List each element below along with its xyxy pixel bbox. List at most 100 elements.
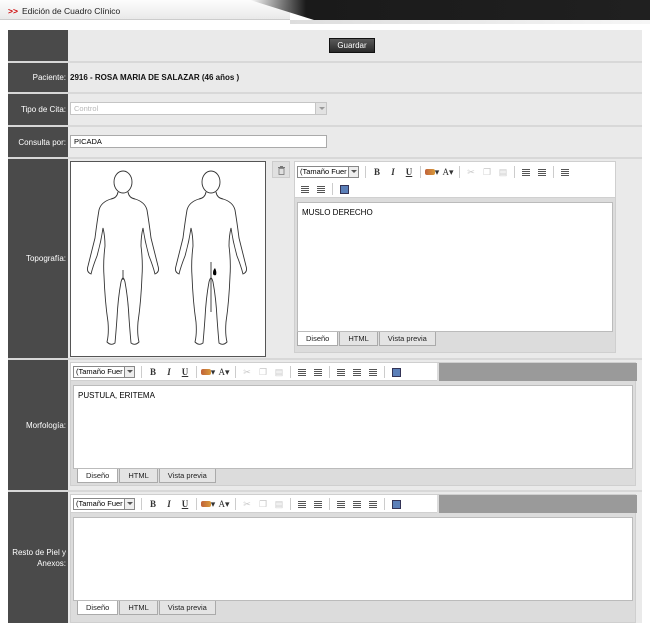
align-left-button[interactable]	[333, 365, 349, 379]
tab-preview[interactable]: Vista previa	[378, 332, 436, 346]
toolbar-divider	[332, 183, 333, 195]
highlight-color-button[interactable]: ▾	[200, 365, 216, 379]
align-center-button[interactable]	[297, 182, 313, 196]
underline-button[interactable]: U	[177, 497, 193, 511]
tipo-cita-value: Control	[74, 104, 99, 113]
font-color-button[interactable]: A▾	[440, 165, 456, 179]
editor-toolbar: (Tamaño Fuer B I U ▾ A▾ ✂ ❐ ▤	[71, 495, 437, 513]
align-right-button[interactable]	[365, 365, 381, 379]
highlight-color-button[interactable]: ▾	[200, 497, 216, 511]
ordered-list-button[interactable]	[518, 165, 534, 179]
tab-html[interactable]: HTML	[119, 601, 158, 615]
save-row-label	[8, 30, 68, 61]
font-size-select[interactable]: (Tamaño Fuer	[73, 366, 135, 378]
ordered-list-button[interactable]	[294, 497, 310, 511]
chevron-down-icon[interactable]	[124, 367, 134, 377]
align-right-button[interactable]	[365, 497, 381, 511]
tab-preview[interactable]: Vista previa	[158, 469, 216, 483]
align-right-icon	[317, 185, 325, 193]
font-color-button[interactable]: A▾	[216, 497, 232, 511]
copy-button[interactable]: ❐	[255, 497, 271, 511]
topografia-editor-area[interactable]: MUSLO DERECHO	[297, 202, 613, 332]
cut-button[interactable]: ✂	[239, 497, 255, 511]
italic-button[interactable]: I	[385, 165, 401, 179]
consulta-input[interactable]: PICADA	[70, 135, 327, 148]
chevron-down-icon[interactable]	[348, 167, 358, 177]
fullscreen-icon	[391, 499, 401, 509]
align-left-button[interactable]	[333, 497, 349, 511]
copy-button[interactable]: ❐	[479, 165, 495, 179]
unordered-list-button[interactable]	[310, 497, 326, 511]
fullscreen-button[interactable]	[336, 182, 352, 196]
tab-preview[interactable]: Vista previa	[158, 601, 216, 615]
bold-button[interactable]: B	[145, 497, 161, 511]
tab-html[interactable]: HTML	[119, 469, 158, 483]
paste-button[interactable]: ▤	[495, 165, 511, 179]
paste-button[interactable]: ▤	[271, 497, 287, 511]
align-center-icon	[353, 500, 361, 508]
toolbar-divider	[196, 366, 197, 378]
ordered-list-icon	[298, 500, 306, 508]
font-color-button[interactable]: A▾	[216, 365, 232, 379]
delete-marker-button[interactable]	[272, 161, 290, 178]
align-center-icon	[353, 368, 361, 376]
body-map[interactable]	[70, 161, 266, 357]
toolbar-divider	[384, 366, 385, 378]
editor-mode-tabs: Diseño HTML Vista previa	[77, 469, 217, 483]
bold-button[interactable]: B	[369, 165, 385, 179]
align-right-icon	[369, 368, 377, 376]
tab-design[interactable]: Diseño	[297, 332, 339, 346]
italic-button[interactable]: I	[161, 497, 177, 511]
chevron-down-icon[interactable]	[315, 103, 326, 114]
copy-button[interactable]: ❐	[255, 365, 271, 379]
font-size-placeholder: (Tamaño Fuer	[76, 367, 123, 376]
resto-label: Resto de Piel y Anexos:	[8, 492, 68, 623]
align-center-button[interactable]	[349, 365, 365, 379]
page-title: >> Edición de Cuadro Clínico	[8, 6, 120, 16]
align-center-icon	[301, 185, 309, 193]
unordered-list-button[interactable]	[534, 165, 550, 179]
tab-html[interactable]: HTML	[339, 332, 378, 346]
fullscreen-button[interactable]	[388, 365, 404, 379]
align-center-button[interactable]	[349, 497, 365, 511]
toolbar-divider	[141, 366, 142, 378]
bold-button[interactable]: B	[145, 365, 161, 379]
align-right-icon	[369, 500, 377, 508]
cut-button[interactable]: ✂	[239, 365, 255, 379]
italic-button[interactable]: I	[161, 365, 177, 379]
cut-button[interactable]: ✂	[463, 165, 479, 179]
highlight-color-button[interactable]: ▾	[424, 165, 440, 179]
ordered-list-button[interactable]	[294, 365, 310, 379]
editor-toolbar: (Tamaño Fuer B I U ▾ A▾ ✂ ❐ ▤	[295, 162, 615, 198]
tab-design[interactable]: Diseño	[77, 469, 119, 483]
toolbar-divider	[420, 166, 421, 178]
toolbar-row-1: (Tamaño Fuer B I U ▾ A▾ ✂ ❐ ▤	[295, 164, 573, 180]
morfologia-editor: (Tamaño Fuer B I U ▾ A▾ ✂ ❐ ▤ PUSTULA, E…	[70, 362, 637, 486]
align-left-button[interactable]	[557, 165, 573, 179]
tipo-cita-select[interactable]: Control	[70, 102, 327, 115]
toolbar-divider	[196, 498, 197, 510]
consulta-label: Consulta por:	[8, 127, 68, 157]
tab-design[interactable]: Diseño	[77, 601, 119, 615]
underline-button[interactable]: U	[401, 165, 417, 179]
toolbar-grey-strip	[439, 363, 637, 381]
font-size-select[interactable]: (Tamaño Fuer	[297, 166, 359, 178]
editor-mode-tabs: Diseño HTML Vista previa	[77, 601, 217, 615]
font-size-select[interactable]: (Tamaño Fuer	[73, 498, 135, 510]
unordered-list-button[interactable]	[310, 365, 326, 379]
toolbar-divider	[290, 498, 291, 510]
save-button[interactable]: Guardar	[329, 38, 375, 53]
chevron-down-icon[interactable]	[124, 499, 134, 509]
paste-button[interactable]: ▤	[271, 365, 287, 379]
body-outline-illustration[interactable]	[71, 162, 265, 356]
resto-editor-area[interactable]	[73, 517, 633, 601]
underline-button[interactable]: U	[177, 365, 193, 379]
topografia-editor: (Tamaño Fuer B I U ▾ A▾ ✂ ❐ ▤ MUSLO DERE…	[294, 161, 616, 353]
align-right-button[interactable]	[313, 182, 329, 196]
fullscreen-button[interactable]	[388, 497, 404, 511]
morfologia-label: Morfología:	[8, 360, 68, 490]
toolbar-grey-strip	[439, 495, 637, 513]
resto-editor: (Tamaño Fuer B I U ▾ A▾ ✂ ❐ ▤ Diseño HTM…	[70, 494, 637, 623]
unordered-list-icon	[314, 500, 322, 508]
morfologia-editor-area[interactable]: PUSTULA, ERITEMA	[73, 385, 633, 469]
